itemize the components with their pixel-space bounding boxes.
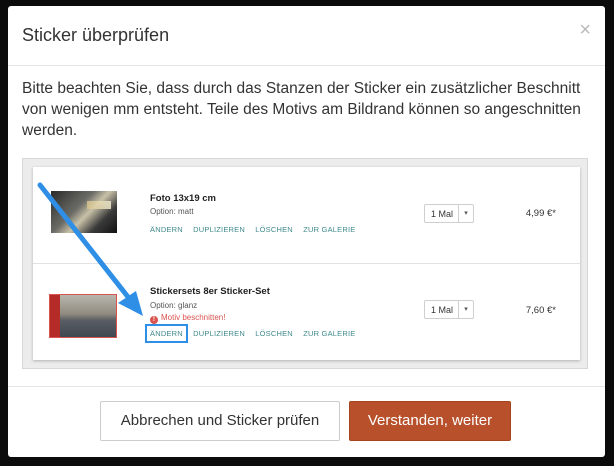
quantity-value: 1 Mal <box>431 209 454 219</box>
quantity-value: 1 Mal <box>431 305 454 315</box>
duplicate-link[interactable]: DUPLIZIEREN <box>193 329 245 338</box>
edit-link[interactable]: ÄNDERN <box>145 324 188 343</box>
confirm-button[interactable]: Verstanden, weiter <box>349 401 511 441</box>
cart-preview: Foto 13x19 cm Option: matt ÄNDERN DUPLIZ… <box>22 158 588 369</box>
cancel-review-button[interactable]: Abbrechen und Sticker prüfen <box>100 401 340 441</box>
product-option: Option: glanz <box>150 301 198 310</box>
item-price: 4,99 €* <box>525 208 556 219</box>
warning-text: Motiv beschnitten! <box>161 313 226 322</box>
close-icon[interactable]: × <box>579 20 591 40</box>
cart-item: Foto 13x19 cm Option: matt ÄNDERN DUPLIZ… <box>33 167 580 264</box>
product-thumbnail <box>51 191 117 233</box>
intro-text: Bitte beachten Sie, dass durch das Stanz… <box>22 80 581 139</box>
gallery-link[interactable]: ZUR GALERIE <box>303 225 355 234</box>
chevron-down-icon: ▾ <box>458 205 473 222</box>
delete-link[interactable]: LÖSCHEN <box>255 225 293 234</box>
cart-list: Foto 13x19 cm Option: matt ÄNDERN DUPLIZ… <box>33 167 580 360</box>
gallery-link[interactable]: ZUR GALERIE <box>303 329 355 338</box>
dialog-footer: Abbrechen und Sticker prüfen Verstanden,… <box>8 386 605 457</box>
product-name: Foto 13x19 cm <box>150 193 216 204</box>
product-name: Stickersets 8er Sticker-Set <box>150 286 270 297</box>
delete-link[interactable]: LÖSCHEN <box>255 329 293 338</box>
quantity-select[interactable]: 1 Mal ▾ <box>424 300 474 319</box>
dialog-title: Sticker überprüfen <box>22 25 170 45</box>
quantity-select[interactable]: 1 Mal ▾ <box>424 204 474 223</box>
crop-warning: ! Motiv beschnitten! <box>150 313 225 324</box>
dialog-header: Sticker überprüfen × <box>8 6 605 66</box>
item-actions: ÄNDERN DUPLIZIEREN LÖSCHEN ZUR GALERIE <box>150 225 363 234</box>
alert-icon: ! <box>150 316 158 324</box>
product-option: Option: matt <box>150 207 194 216</box>
sticker-review-dialog: Sticker überprüfen × Bitte beachten Sie,… <box>8 6 605 457</box>
item-price: 7,60 €* <box>525 305 556 316</box>
product-thumbnail <box>49 294 117 338</box>
cart-item: Stickersets 8er Sticker-Set Option: glan… <box>33 264 580 360</box>
item-actions: ÄNDERN DUPLIZIEREN LÖSCHEN ZUR GALERIE <box>145 324 363 343</box>
edit-link[interactable]: ÄNDERN <box>150 225 183 234</box>
duplicate-link[interactable]: DUPLIZIEREN <box>193 225 245 234</box>
chevron-down-icon: ▾ <box>458 301 473 318</box>
